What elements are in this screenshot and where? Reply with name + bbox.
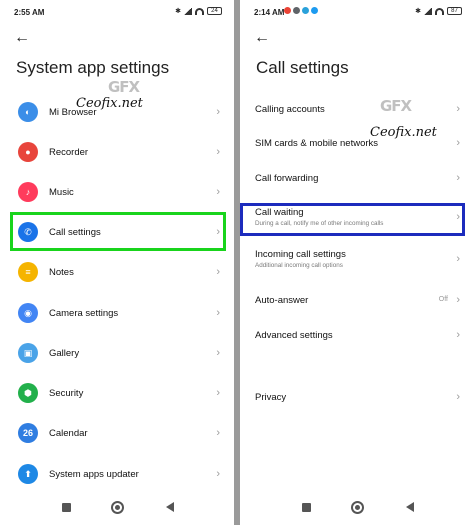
- system-app-settings-screen: 2:55 AM ✱ 24 ← System app settings ◐ Mi B…: [0, 0, 234, 525]
- list-item-notes[interactable]: ≡ Notes ›: [0, 252, 234, 292]
- navigation-bar: [240, 495, 474, 525]
- chevron-right-icon: ›: [216, 387, 220, 399]
- list-item-calendar[interactable]: 26 Calendar ›: [0, 413, 234, 453]
- settings-row-label: Calling accounts: [255, 104, 325, 115]
- status-icons: ✱ 24: [175, 7, 222, 15]
- notes-icon: ≡: [18, 262, 38, 282]
- list-item-security[interactable]: ⬢ Security ›: [0, 373, 234, 413]
- chevron-right-icon: ›: [216, 186, 220, 198]
- list-item-music[interactable]: ♪ Music ›: [0, 172, 234, 212]
- settings-row-calling-accounts[interactable]: Calling accounts ›: [240, 100, 474, 120]
- camera-icon: ◉: [18, 303, 38, 323]
- settings-row-value: Off: [438, 296, 448, 303]
- status-bar: 2:14 AM ✱ 87: [240, 0, 474, 24]
- settings-row-incoming-call-settings[interactable]: Incoming call settings Additional incomin…: [240, 247, 474, 275]
- settings-row-auto-answer[interactable]: Auto-answer Off ›: [240, 291, 474, 311]
- back-button[interactable]: [406, 502, 414, 512]
- list-item-camera-settings[interactable]: ◉ Camera settings ›: [0, 293, 234, 333]
- settings-row-label: Advanced settings: [255, 330, 333, 341]
- wifi-icon: [435, 7, 444, 15]
- list-item-label: System apps updater: [49, 468, 139, 480]
- calendar-icon: 26: [18, 423, 38, 443]
- settings-row-label: Call forwarding: [255, 173, 319, 184]
- status-time: 2:14 AM: [254, 8, 285, 17]
- settings-row-sim-cards-mobile-networks[interactable]: SIM cards & mobile networks ›: [240, 134, 474, 154]
- notification-icons: [284, 7, 318, 14]
- mi-browser-icon: ◐: [18, 102, 38, 122]
- page-title: System app settings: [16, 58, 170, 77]
- chevron-right-icon: ›: [456, 137, 460, 149]
- chevron-right-icon: ›: [216, 468, 220, 480]
- highlight-call-settings: [10, 212, 226, 251]
- status-icons: ✱ 87: [415, 7, 462, 15]
- chevron-right-icon: ›: [216, 307, 220, 319]
- list-item-recorder[interactable]: ● Recorder ›: [0, 132, 234, 172]
- recents-button[interactable]: [62, 503, 71, 512]
- chevron-right-icon: ›: [456, 391, 460, 403]
- settings-row-description: Additional incoming call options: [255, 262, 343, 269]
- settings-notification-icon: [293, 7, 300, 14]
- list-item-label: Notes: [49, 266, 74, 278]
- list-item-gallery[interactable]: ▣ Gallery ›: [0, 333, 234, 373]
- list-item-label: Recorder: [49, 146, 89, 158]
- chevron-right-icon: ›: [456, 172, 460, 184]
- settings-row-advanced-settings[interactable]: Advanced settings ›: [240, 326, 474, 346]
- telegram-icon: [302, 7, 309, 14]
- list-item-label: Music: [49, 186, 74, 198]
- list-item-label: Gallery: [49, 347, 80, 359]
- signal-icon: [184, 7, 192, 15]
- back-button[interactable]: [166, 502, 174, 512]
- microphone-icon: ●: [18, 142, 38, 162]
- battery-icon: 87: [447, 7, 462, 15]
- highlight-call-waiting: [240, 203, 465, 236]
- wifi-icon: [195, 7, 204, 15]
- security-shield-icon: ⬢: [18, 383, 38, 403]
- chevron-right-icon: ›: [216, 146, 220, 158]
- chevron-right-icon: ›: [456, 103, 460, 115]
- chevron-right-icon: ›: [216, 347, 220, 359]
- chevron-right-icon: ›: [216, 266, 220, 278]
- signal-icon: [424, 7, 432, 15]
- settings-row-label: SIM cards & mobile networks: [255, 138, 379, 149]
- list-item-label: Security: [49, 387, 84, 399]
- twitter-icon: [311, 7, 318, 14]
- settings-row-label: Auto-answer: [255, 295, 309, 306]
- chevron-right-icon: ›: [456, 294, 460, 306]
- bluetooth-icon: ✱: [415, 8, 421, 15]
- list-item-system-apps-updater[interactable]: ⬆ System apps updater ›: [0, 454, 234, 494]
- page-title: Call settings: [256, 58, 349, 77]
- updater-icon: ⬆: [18, 464, 38, 484]
- chevron-right-icon: ›: [456, 329, 460, 341]
- chevron-right-icon: ›: [216, 106, 220, 118]
- settings-row-privacy[interactable]: Privacy ›: [240, 388, 474, 408]
- chevron-right-icon: ›: [216, 427, 220, 439]
- status-bar: 2:55 AM ✱ 24: [0, 0, 234, 24]
- back-arrow-icon[interactable]: ←: [14, 28, 34, 48]
- recents-button[interactable]: [302, 503, 311, 512]
- settings-row-call-forwarding[interactable]: Call forwarding ›: [240, 169, 474, 189]
- chevron-right-icon: ›: [456, 253, 460, 265]
- settings-row-label: Privacy: [255, 392, 287, 403]
- list-item-mi-browser[interactable]: ◐ Mi Browser ›: [0, 92, 234, 132]
- status-time: 2:55 AM: [14, 8, 45, 17]
- settings-row-label: Incoming call settings: [255, 249, 346, 260]
- bluetooth-icon: ✱: [175, 8, 181, 15]
- list-item-label: Camera settings: [49, 307, 119, 319]
- list-item-label: Mi Browser: [49, 106, 97, 118]
- navigation-bar: [0, 495, 234, 525]
- gallery-icon: ▣: [18, 343, 38, 363]
- google-icon: [284, 7, 291, 14]
- home-button[interactable]: [351, 501, 364, 514]
- music-note-icon: ♪: [18, 182, 38, 202]
- call-settings-screen: 2:14 AM ✱ 87 ← Call settings Calling acc…: [240, 0, 474, 525]
- home-button[interactable]: [111, 501, 124, 514]
- back-arrow-icon[interactable]: ←: [254, 28, 274, 48]
- list-item-label: Calendar: [49, 427, 88, 439]
- battery-icon: 24: [207, 7, 222, 15]
